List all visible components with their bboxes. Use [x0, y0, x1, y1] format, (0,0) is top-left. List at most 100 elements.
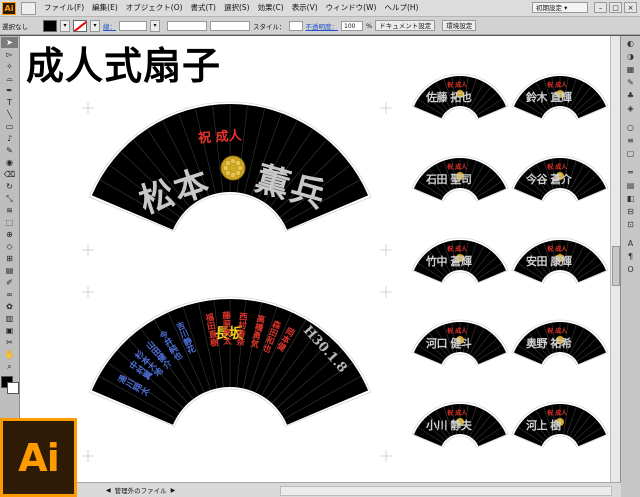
small-fan-name: 鈴木 直輝 — [526, 91, 572, 104]
artboards-icon[interactable]: ▢ — [622, 148, 639, 159]
bridge-button[interactable] — [21, 1, 36, 15]
artboard-canvas[interactable]: 成人式扇子 祝 成人 松本 薫兵 長坂 H30.1.8 湯川翔太 中村翼 杉本大地山… — [20, 36, 610, 482]
small-fan-name: 河上 樹 — [526, 419, 561, 432]
fill-stroke-widget[interactable] — [1, 376, 19, 394]
graphic-styles-icon[interactable]: ◈ — [622, 103, 639, 114]
color-guide-icon[interactable]: ◑ — [622, 51, 639, 62]
document-setup-button[interactable]: ドキュメント設定 — [375, 20, 436, 31]
minimize-button[interactable]: – — [594, 2, 607, 13]
workspace-selector[interactable]: 初期設定 ▾ — [532, 2, 588, 13]
menu-item-0[interactable]: ファイル(F) — [40, 0, 88, 16]
stroke-weight-dropdown-icon[interactable]: ▾ — [150, 19, 160, 32]
lasso-icon[interactable]: ⌓ — [1, 73, 18, 84]
layers-icon[interactable]: ≡ — [622, 135, 639, 146]
pencil-icon[interactable]: ✎ — [1, 145, 18, 156]
maximize-button[interactable]: □ — [609, 2, 622, 13]
variable-width-select[interactable] — [167, 20, 207, 31]
small-fan-header: 祝 成人 — [447, 82, 468, 89]
group-fan-column: 藤原亮太 — [220, 310, 232, 346]
preferences-button[interactable]: 環境設定 — [442, 20, 477, 31]
stroke-weight-input[interactable] — [119, 20, 147, 31]
stroke-icon[interactable]: ═ — [622, 167, 639, 178]
brush-definition-select[interactable] — [210, 20, 250, 31]
type-icon[interactable]: T — [1, 97, 18, 108]
selection-icon[interactable]: ➤ — [1, 37, 18, 48]
menu-item-4[interactable]: 選択(S) — [220, 0, 254, 16]
gradient-icon[interactable]: ▤ — [1, 265, 18, 276]
scale-icon[interactable]: ⤡ — [1, 193, 18, 204]
prev-artboard-icon[interactable]: ◀ — [106, 487, 111, 494]
paintbrush-icon[interactable]: ♪ — [1, 133, 18, 144]
opacity-unit: % — [366, 21, 373, 30]
free-transform-icon[interactable]: ⬚ — [1, 217, 18, 228]
stroke-label[interactable]: 線： — [103, 21, 116, 31]
status-bar: ◀ 管理外のファイル ▶ — [20, 482, 621, 497]
menu-item-2[interactable]: オブジェクト(O) — [122, 0, 187, 16]
rotate-icon[interactable]: ↻ — [1, 181, 18, 192]
column-graph-icon[interactable]: ▥ — [1, 313, 18, 324]
character-icon[interactable]: A — [622, 238, 639, 249]
panel-dock: ◐ ◑ ▦ ✎ ♣ ◈ ○ ≡ ▢ ═ ▤ ◧ ⊟ ⊡ A ¶ O — [620, 36, 640, 497]
pen-icon[interactable]: ✒ — [1, 85, 18, 96]
transform-icon[interactable]: ⊡ — [622, 219, 639, 230]
small-fan-header: 祝 成人 — [447, 246, 468, 253]
artboard-icon[interactable]: ▣ — [1, 325, 18, 336]
eraser-icon[interactable]: ⌫ — [1, 169, 18, 180]
small-fan-header: 祝 成人 — [547, 246, 568, 253]
symbols-icon[interactable]: ♣ — [622, 90, 639, 101]
graphic-style-swatch[interactable] — [288, 20, 303, 31]
shape-builder-icon[interactable]: ⊕ — [1, 229, 18, 240]
illustrator-logo-text: Ai — [18, 435, 59, 480]
opacity-label[interactable]: 不透明度： — [306, 21, 339, 31]
window-controls: – □ × — [594, 2, 637, 13]
menu-item-8[interactable]: ヘルプ(H) — [380, 0, 422, 16]
vertical-scroll-thumb[interactable] — [612, 246, 620, 286]
style-label: スタイル： — [253, 22, 286, 31]
line-icon[interactable]: ╲ — [1, 109, 18, 120]
direct-selection-icon[interactable]: ▻ — [1, 49, 18, 60]
menu-item-5[interactable]: 効果(C) — [254, 0, 288, 16]
mesh-icon[interactable]: ⊞ — [1, 253, 18, 264]
menu-item-3[interactable]: 書式(T) — [187, 0, 220, 16]
eyedropper-icon[interactable]: ✐ — [1, 277, 18, 288]
paragraph-icon[interactable]: ¶ — [622, 251, 639, 262]
small-fan-header: 祝 成人 — [447, 328, 468, 335]
fill-swatch[interactable] — [43, 19, 57, 32]
blob-brush-icon[interactable]: ◉ — [1, 157, 18, 168]
align-icon[interactable]: ⊟ — [622, 206, 639, 217]
appearance-icon[interactable]: ○ — [622, 122, 639, 133]
rectangle-icon[interactable]: ▭ — [1, 121, 18, 132]
small-fan-name: 石田 聖司 — [426, 173, 472, 186]
stroke-box-icon[interactable] — [7, 382, 19, 394]
magic-wand-icon[interactable]: ✧ — [1, 61, 18, 72]
stroke-swatch[interactable] — [73, 19, 87, 32]
status-label: 管理外のファイル — [114, 487, 167, 495]
perspective-icon[interactable]: ◇ — [1, 241, 18, 252]
color-icon[interactable]: ◐ — [622, 38, 639, 49]
status-menu-icon[interactable]: ▶ — [171, 487, 176, 494]
transparency-icon[interactable]: ◧ — [622, 193, 639, 204]
small-fan-name: 小川 静夫 — [426, 419, 472, 432]
main-fan-crest-petal — [234, 159, 242, 167]
stroke-dropdown-icon[interactable]: ▾ — [90, 19, 100, 32]
symbol-sprayer-icon[interactable]: ✿ — [1, 301, 18, 312]
illustrator-logo-icon: Ai — [0, 418, 77, 497]
small-fan-header: 祝 成人 — [547, 164, 568, 171]
width-icon[interactable]: ≋ — [1, 205, 18, 216]
gradient-panel-icon[interactable]: ▤ — [622, 180, 639, 191]
small-fan-name: 安田 康輝 — [526, 255, 572, 268]
close-button[interactable]: × — [624, 2, 637, 13]
horizontal-scrollbar[interactable] — [280, 486, 612, 496]
menu-item-1[interactable]: 編集(E) — [88, 0, 122, 16]
menu-item-7[interactable]: ウィンドウ(W) — [322, 0, 381, 16]
menu-item-6[interactable]: 表示(V) — [288, 0, 322, 16]
opentype-icon[interactable]: O — [622, 264, 639, 275]
swatches-icon[interactable]: ▦ — [622, 64, 639, 75]
opacity-input[interactable]: 100 — [341, 20, 363, 31]
fill-dropdown-icon[interactable]: ▾ — [60, 19, 70, 32]
slice-icon[interactable]: ✂ — [1, 337, 18, 348]
hand-icon[interactable]: ✋ — [1, 349, 18, 360]
zoom-icon[interactable]: ⌕ — [1, 361, 18, 372]
brushes-icon[interactable]: ✎ — [622, 77, 639, 88]
blend-icon[interactable]: ∞ — [1, 289, 18, 300]
